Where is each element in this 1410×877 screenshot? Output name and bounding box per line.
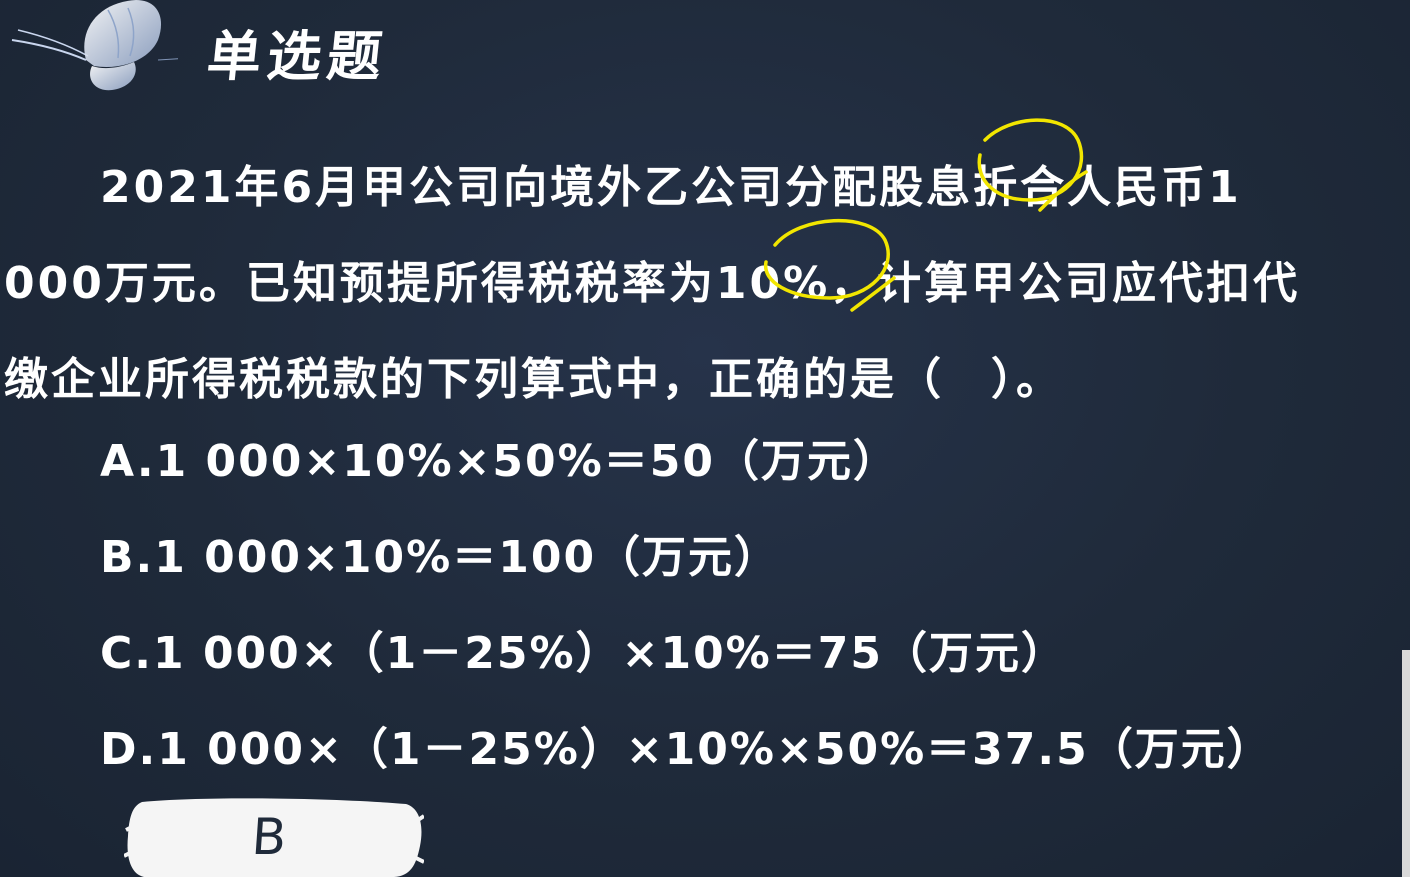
page-title: 单选题	[204, 24, 391, 88]
right-edge-strip	[1402, 650, 1410, 877]
option-b[interactable]: B.1 000×10%＝100（万元）	[100, 526, 1273, 622]
option-a[interactable]: A.1 000×10%×50%＝50（万元）	[100, 430, 1273, 526]
butterfly-icon	[11, 0, 178, 91]
question-text: 2021年6月甲公司向境外乙公司分配股息折合人民币1 000万元。已知预提所得税…	[4, 140, 1404, 428]
answer-letter: B	[249, 808, 289, 866]
option-c[interactable]: C.1 000×（1－25%）×10%＝75（万元）	[100, 622, 1273, 718]
question-line: 000万元。已知预提所得税税率为10%，计算甲公司应代扣代	[4, 258, 1301, 309]
question-line: 缴企业所得税税款的下列算式中，正确的是（ ）。	[4, 354, 1063, 405]
options-list: A.1 000×10%×50%＝50（万元） B.1 000×10%＝100（万…	[100, 430, 1273, 814]
question-line: 2021年6月甲公司向境外乙公司分配股息折合人民币1	[100, 162, 1242, 213]
